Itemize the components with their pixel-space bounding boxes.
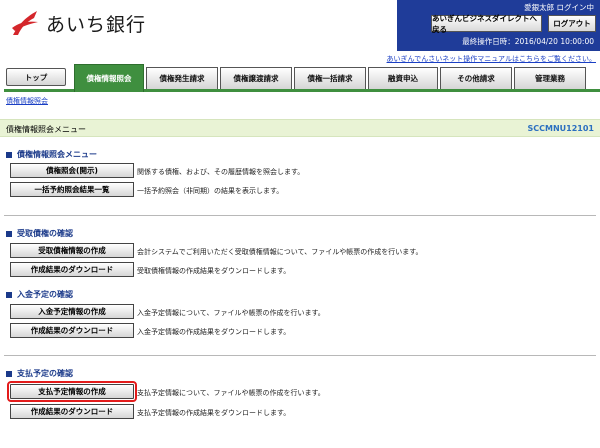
- create-payment-schedule-button[interactable]: 支払予定情報の作成: [7, 381, 137, 402]
- section-divider: [4, 215, 596, 216]
- user-login-status: 愛銀太郎 ログイン中: [524, 3, 594, 12]
- download-payment-schedule-button[interactable]: 作成結果のダウンロード: [10, 404, 134, 419]
- bank-name: あいち銀行: [46, 13, 147, 36]
- square-bullet-icon: [6, 291, 12, 298]
- tab-bulk-request[interactable]: 債権一括請求: [294, 67, 366, 89]
- page-title: 債権情報照会メニュー: [6, 125, 86, 134]
- tab-top[interactable]: トップ: [6, 68, 66, 86]
- square-bullet-icon: [6, 370, 12, 377]
- tab-claim-issuance[interactable]: 債権発生請求: [146, 67, 218, 89]
- download-received-claims-button[interactable]: 作成結果のダウンロード: [10, 262, 134, 277]
- section-heading-deposit-schedule: 入金予定の確認: [6, 289, 73, 300]
- claim-inquiry-description: 関係する債権、および、その履歴情報を照会します。: [137, 168, 305, 176]
- tab-financing[interactable]: 融資申込: [368, 67, 438, 89]
- tab-claim-transfer[interactable]: 債権譲渡請求: [220, 67, 292, 89]
- section-title: 受取債権の確認: [17, 229, 73, 238]
- aichi-bank-logo-icon: [12, 11, 38, 35]
- breadcrumb[interactable]: 債権情報照会: [6, 96, 48, 106]
- download-deposit-schedule-button[interactable]: 作成結果のダウンロード: [10, 323, 134, 338]
- logout-button[interactable]: ログアウト: [548, 15, 596, 32]
- bank-logo[interactable]: あいち銀行: [10, 6, 146, 40]
- claim-inquiry-disclosure-button[interactable]: 債権照会(開示): [10, 163, 134, 178]
- section-heading-claim-inquiry: 債権情報照会メニュー: [6, 149, 97, 160]
- screen-id: SCCMNU12101: [527, 124, 595, 133]
- download-payment-schedule-description: 支払予定情報の作成結果をダウンロードします。: [137, 409, 291, 417]
- page-title-bar: 債権情報照会メニュー SCCMNU12101: [0, 119, 600, 137]
- back-to-business-direct-button[interactable]: あいぎんビジネスダイレクトへ戻る: [431, 14, 542, 34]
- square-bullet-icon: [6, 230, 12, 237]
- tab-claim-inquiry[interactable]: 債権情報照会: [74, 64, 144, 92]
- manual-link[interactable]: あいぎんでんさいネット操作マニュアルはこちらをご覧ください。: [387, 54, 596, 64]
- bulk-reservation-results-button[interactable]: 一括予約照会結果一覧: [10, 182, 134, 197]
- create-received-claims-button[interactable]: 受取債権情報の作成: [10, 243, 134, 258]
- download-deposit-schedule-description: 入金予定情報の作成結果をダウンロードします。: [137, 328, 291, 336]
- received-claims-description: 会計システムでご利用いただく受取債権情報について、ファイルや帳票の作成を行います…: [137, 248, 423, 256]
- tab-management[interactable]: 管理業務: [514, 67, 586, 89]
- square-bullet-icon: [6, 151, 12, 158]
- create-deposit-schedule-button[interactable]: 入金予定情報の作成: [10, 304, 134, 319]
- payment-schedule-description: 支払予定情報について、ファイルや帳票の作成を行います。: [137, 389, 325, 397]
- section-heading-payment-schedule: 支払予定の確認: [6, 368, 73, 379]
- last-operation-time: 最終操作日時：2016/04/20 10:00:00: [462, 37, 594, 46]
- section-title: 入金予定の確認: [17, 290, 73, 299]
- section-title: 支払予定の確認: [17, 369, 73, 378]
- page: あいち銀行 愛銀太郎 ログイン中 あいぎんビジネスダイレクトへ戻る ログアウト …: [0, 0, 600, 448]
- main-tab-bar: トップ 債権情報照会 債権発生請求 債権譲渡請求 債権一括請求 融資申込 その他…: [4, 64, 600, 92]
- download-received-claims-description: 受取債権情報の作成結果をダウンロードします。: [137, 267, 291, 275]
- section-divider: [4, 355, 596, 356]
- deposit-schedule-description: 入金予定情報について、ファイルや帳票の作成を行います。: [137, 309, 325, 317]
- section-heading-received-claims: 受取債権の確認: [6, 228, 73, 239]
- bulk-reservation-description: 一括予約照会（非同期）の結果を表示します。: [137, 187, 284, 195]
- tab-other-requests[interactable]: その他請求: [440, 67, 512, 89]
- user-panel: 愛銀太郎 ログイン中 あいぎんビジネスダイレクトへ戻る ログアウト 最終操作日時…: [397, 0, 600, 51]
- section-title: 債権情報照会メニュー: [17, 150, 97, 159]
